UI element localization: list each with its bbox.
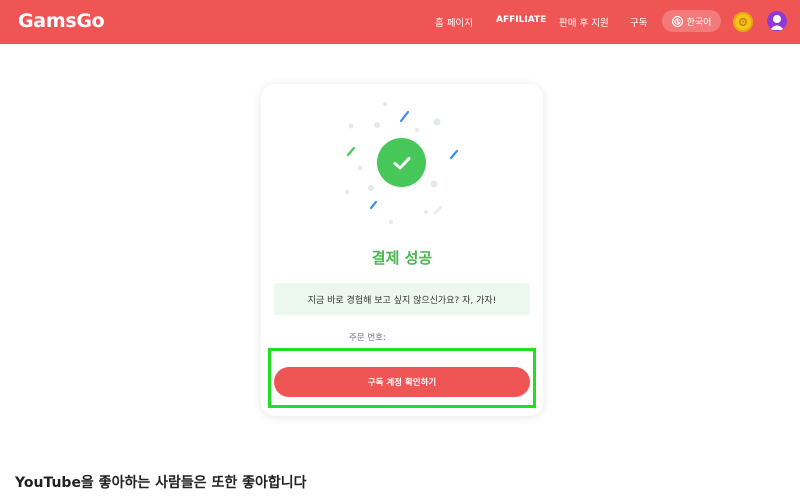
payment-success-card: 결제 성공 지금 바로 경험해 보고 싶지 않으신가요? 자, 가자! 주문 번… — [261, 84, 543, 416]
nav-after-sales-support[interactable]: 판매 후 지원 — [559, 15, 609, 29]
nav-affiliate[interactable]: AFFILIATE — [496, 15, 546, 25]
recommendations-heading: YouTube을 좋아하는 사람들은 또한 좋아합니다 — [15, 475, 307, 491]
encouragement-message: 지금 바로 경험해 보고 싶지 않으신가요? 자, 가자! — [274, 283, 530, 315]
nav-subscription[interactable]: 구독 — [630, 15, 647, 29]
coin-icon[interactable] — [733, 12, 753, 32]
order-number-label: 주문 번호: — [349, 333, 386, 343]
payment-success-title: 결제 성공 — [371, 249, 433, 267]
nav-home[interactable]: 홈 페이지 — [435, 15, 473, 29]
globe-icon — [671, 15, 683, 27]
success-check-icon — [377, 138, 426, 187]
check-subscription-account-button[interactable]: 구독 계정 확인하기 — [274, 367, 530, 397]
language-selector[interactable]: 한국어 — [662, 10, 721, 32]
top-header: GamsGo 홈 페이지 AFFILIATE 판매 후 지원 구독 한국어 — [0, 0, 800, 44]
language-label: 한국어 — [686, 17, 712, 28]
avatar-icon[interactable] — [767, 11, 787, 31]
gamsgo-logo[interactable]: GamsGo — [18, 10, 105, 32]
